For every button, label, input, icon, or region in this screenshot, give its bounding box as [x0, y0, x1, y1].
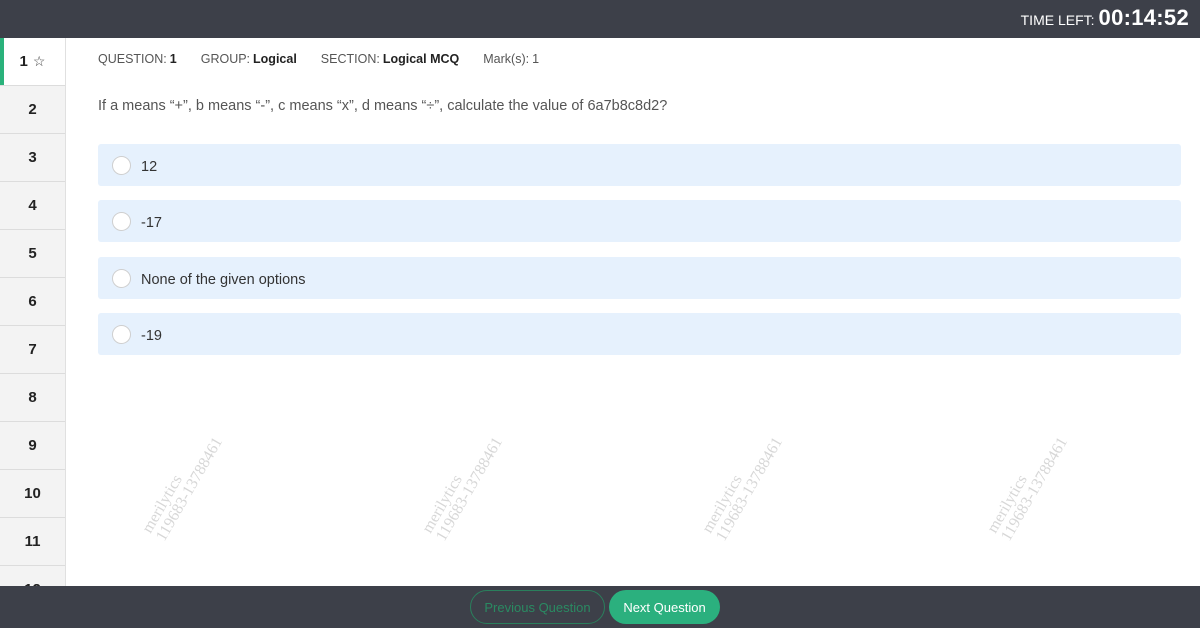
- question-nav-number: 11: [24, 533, 41, 550]
- meta-marks-label: Mark(s):: [483, 52, 530, 66]
- star-icon[interactable]: ☆: [33, 53, 46, 70]
- watermark-line-2: 119683-13788461: [712, 434, 787, 544]
- answer-option[interactable]: -17: [98, 200, 1181, 242]
- question-nav-number: 5: [28, 245, 37, 262]
- question-nav-number: 1: [19, 53, 28, 70]
- answer-option[interactable]: -19: [98, 313, 1181, 355]
- meta-question-value: 1: [169, 52, 177, 66]
- watermark-line-2: 119683-13788461: [997, 434, 1072, 544]
- watermark: merilytics 119683-13788461: [984, 427, 1072, 544]
- meta-group-value: Logical: [253, 52, 297, 66]
- meta-question-label: QUESTION:: [98, 52, 167, 66]
- question-nav-item-2[interactable]: 2: [0, 86, 65, 134]
- question-nav-item-3[interactable]: 3: [0, 134, 65, 182]
- watermark: merilytics 119683-13788461: [139, 427, 227, 544]
- watermark: merilytics 119683-13788461: [419, 427, 507, 544]
- radio-button[interactable]: [112, 211, 131, 231]
- question-nav-number: 3: [28, 149, 37, 166]
- question-nav-number: 7: [28, 341, 37, 358]
- previous-question-button[interactable]: Previous Question: [470, 590, 605, 624]
- question-nav-item-10[interactable]: 10: [0, 470, 65, 518]
- question-nav-item-12[interactable]: 12: [0, 566, 65, 586]
- question-nav-item-6[interactable]: 6: [0, 278, 65, 326]
- question-nav-number: 10: [24, 485, 41, 502]
- time-left-label: TIME LEFT:: [1020, 12, 1095, 28]
- time-left-value: 00:14:52: [1098, 5, 1189, 30]
- watermark-line-1: merilytics: [699, 472, 746, 536]
- question-nav-item-4[interactable]: 4: [0, 182, 65, 230]
- question-nav-item-7[interactable]: 7: [0, 326, 65, 374]
- bottom-bar: Previous Question Next Question: [0, 586, 1200, 628]
- question-nav-item-8[interactable]: 8: [0, 374, 65, 422]
- question-nav-number: 2: [28, 101, 37, 118]
- meta-group-label: GROUP:: [200, 52, 251, 66]
- question-nav-item-11[interactable]: 11: [0, 518, 65, 566]
- question-meta: QUESTION: 1 GROUP: Logical SECTION: Logical…: [98, 52, 563, 66]
- question-nav-number: 6: [28, 293, 37, 310]
- watermark-line-2: 119683-13788461: [432, 434, 507, 544]
- question-nav-item-5[interactable]: 5: [0, 230, 65, 278]
- watermark-line-1: merilytics: [419, 472, 466, 536]
- radio-button[interactable]: [112, 155, 131, 175]
- watermark-line-1: merilytics: [139, 472, 186, 536]
- answer-option-text: -17: [141, 215, 162, 231]
- meta-section-label: SECTION:: [320, 52, 380, 66]
- question-nav-number: 4: [28, 197, 37, 214]
- question-nav-item-9[interactable]: 9: [0, 422, 65, 470]
- radio-button[interactable]: [112, 324, 131, 344]
- top-bar: TIME LEFT: 00:14:52: [0, 0, 1200, 38]
- meta-section: SECTION: Logical MCQ: [321, 52, 459, 66]
- answer-option-text: -19: [141, 328, 162, 344]
- question-navigator: 1 ☆ 2 3 4 5 6 7 8 9 10 11 12: [0, 38, 66, 586]
- meta-marks: Mark(s): 1: [483, 52, 539, 66]
- watermark: merilytics 119683-13788461: [699, 427, 787, 544]
- watermark-line-1: merilytics: [984, 472, 1031, 536]
- question-nav-number: 8: [28, 389, 37, 406]
- watermark-line-2: 119683-13788461: [152, 434, 227, 544]
- next-question-button[interactable]: Next Question: [609, 590, 720, 624]
- meta-question: QUESTION: 1: [98, 52, 177, 66]
- answer-option-text: 12: [141, 159, 158, 175]
- radio-button[interactable]: [112, 268, 131, 288]
- meta-group: GROUP: Logical: [201, 52, 297, 66]
- meta-marks-value: 1: [532, 52, 540, 66]
- answer-option[interactable]: None of the given options: [98, 257, 1181, 299]
- meta-section-value: Logical MCQ: [382, 52, 460, 66]
- question-nav-item-1[interactable]: 1 ☆: [0, 38, 65, 86]
- question-text: If a means “+”, b means “-”, c means “x”…: [98, 98, 668, 114]
- timer: TIME LEFT: 00:14:52: [1021, 5, 1189, 31]
- answer-option[interactable]: 12: [98, 144, 1181, 186]
- question-nav-number: 9: [28, 437, 37, 454]
- answer-option-text: None of the given options: [141, 272, 306, 288]
